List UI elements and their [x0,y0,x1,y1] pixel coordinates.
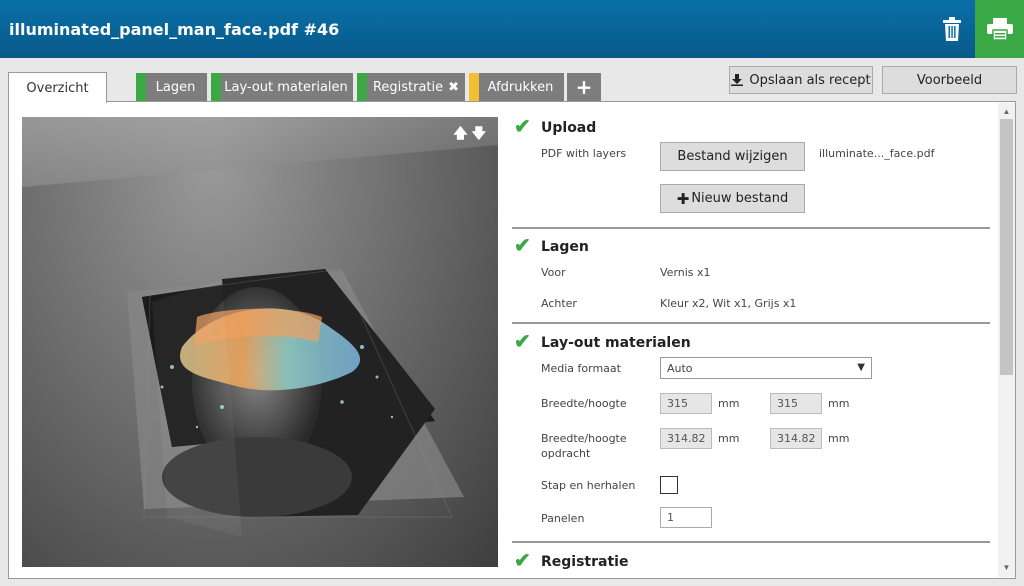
status-stripe [136,73,146,101]
tab-label: Lagen [155,79,196,95]
preview-button[interactable]: Voorbeeld [882,66,1017,94]
tab-overzicht[interactable]: Overzicht [8,72,107,103]
registratie-section-title: Registratie [541,554,629,570]
change-file-label: Bestand wijzigen [677,149,788,164]
upload-check-icon: ✔ [514,116,531,138]
media-format-label: Media formaat [541,362,621,375]
printer-icon [986,18,1013,40]
height-unit: mm [828,397,850,410]
preview-label: Voorbeeld [916,72,983,88]
order-height-value: 314.82 [777,432,816,445]
media-format-select[interactable]: Auto ▼ [660,357,872,379]
back-label: Achter [541,297,577,310]
scrollbar-thumb[interactable] [1000,119,1013,375]
order-size-label-2: opdracht [541,447,591,460]
preview-viewport[interactable]: 🡅🡇 [22,117,498,567]
add-tab-button[interactable]: + [567,73,601,101]
tab-layout-materialen[interactable]: Lay-out materialen [211,73,353,101]
tab-label: Afdrukken [487,79,554,95]
upload-section-title: Upload [541,120,597,136]
change-file-button[interactable]: Bestand wijzigen [660,142,805,171]
order-width-value: 314.82 [667,432,706,445]
lagen-section-title: Lagen [541,239,589,255]
save-recipe-button[interactable]: Opslaan als recept [729,66,873,94]
panels-label: Panelen [541,512,585,525]
status-stripe [357,73,367,101]
tab-label: Lay-out materialen [224,79,348,95]
tab-label: Registratie [372,79,444,95]
order-height-field[interactable]: 314.82 [770,428,822,449]
header-bar: illuminated_panel_man_face.pdf #46 [0,0,1024,58]
panels-field[interactable]: 1 [660,507,712,528]
height-value: 315 [777,397,798,410]
back-value: Kleur x2, Wit x1, Grijs x1 [660,297,797,310]
plus-icon: ✚ [676,189,690,208]
tab-lagen[interactable]: Lagen [136,73,207,101]
upload-file-label: PDF with layers [541,147,627,160]
uploaded-filename: illuminate..._face.pdf [819,147,935,160]
scroll-down-icon[interactable]: ▼ [998,561,1015,575]
panel-preview-image [127,268,464,537]
media-format-value: Auto [667,362,693,375]
step-repeat-label: Stap en herhalen [541,479,636,492]
status-stripe [211,73,221,101]
front-value: Vernis x1 [660,266,711,279]
delete-button[interactable] [930,0,974,58]
order-size-label: Breedte/hoogte [541,432,627,445]
new-file-label: Nieuw bestand [691,191,789,206]
front-label: Voor [541,266,566,279]
status-stripe [469,73,479,101]
lagen-check-icon: ✔ [514,235,531,257]
step-repeat-checkbox[interactable] [660,476,678,494]
section-divider [512,322,990,324]
tab-afdrukken[interactable]: Afdrukken [469,73,564,101]
width-field[interactable]: 315 [660,393,712,414]
scroll-up-icon[interactable]: ▲ [998,105,1015,119]
width-unit: mm [718,397,740,410]
section-divider [512,227,990,229]
width-height-label: Breedte/hoogte [541,397,627,410]
layout-check-icon: ✔ [514,331,531,353]
panels-value: 1 [667,511,674,524]
registratie-check-icon: ✔ [514,550,531,572]
close-icon[interactable]: ✖ [448,80,459,95]
save-recipe-label: Opslaan als recept [749,72,871,88]
tab-label: Overzicht [26,80,89,96]
layout-section-title: Lay-out materialen [541,335,691,351]
chevron-down-icon: ▼ [857,362,865,373]
order-width-field[interactable]: 314.82 [660,428,712,449]
height-field[interactable]: 315 [770,393,822,414]
tab-registratie[interactable]: Registratie ✖ [357,73,465,101]
download-icon [731,74,744,86]
document-title: illuminated_panel_man_face.pdf #46 [9,20,340,39]
order-width-unit: mm [718,432,740,445]
vertical-scrollbar[interactable]: ▲ ▼ [998,103,1015,577]
order-height-unit: mm [828,432,850,445]
section-divider [512,541,990,543]
print-button[interactable] [975,0,1024,58]
trash-icon [943,17,961,41]
width-value: 315 [667,397,688,410]
plus-icon: + [575,75,593,99]
new-file-button[interactable]: ✚ Nieuw bestand [660,184,805,213]
